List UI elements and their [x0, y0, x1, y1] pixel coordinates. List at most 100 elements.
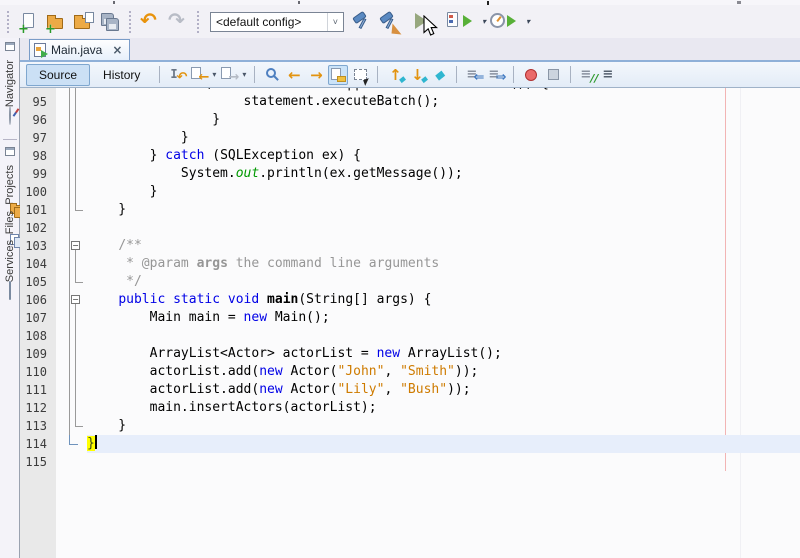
combo-dropdown-icon[interactable]: ˅	[327, 13, 343, 31]
forward-dropdown-icon[interactable]: ▾	[242, 70, 246, 79]
code-line[interactable]: } catch (SQLException ex) {	[87, 147, 800, 165]
fold-margin-cell[interactable]	[56, 111, 87, 129]
code-line[interactable]: }	[87, 201, 800, 219]
fold-margin-cell[interactable]	[56, 453, 87, 471]
toolbar-gripper[interactable]	[7, 11, 9, 33]
next-bookmark-icon[interactable]: ↓◆	[407, 65, 427, 85]
fold-margin-cell[interactable]	[56, 93, 87, 111]
uncomment-icon[interactable]: ≡	[600, 65, 620, 85]
history-view-button[interactable]: History	[90, 64, 153, 86]
save-all-button[interactable]	[98, 9, 123, 34]
fold-margin-cell[interactable]: −	[56, 291, 87, 309]
fold-margin-cell[interactable]	[56, 381, 87, 399]
jump-forward-icon[interactable]: →	[219, 65, 239, 85]
code-line[interactable]: actorList.add(new Actor("John", "Smith")…	[87, 363, 800, 381]
line-number[interactable]: 113	[20, 417, 56, 435]
code-editor[interactable]: 94 if (count % 100 == 0 || count == list…	[20, 88, 800, 558]
line-number[interactable]: 111	[20, 381, 56, 399]
fold-margin-cell[interactable]	[56, 309, 87, 327]
code-line[interactable]	[87, 453, 800, 471]
line-number[interactable]: 108	[20, 327, 56, 345]
line-number[interactable]: 103	[20, 237, 56, 255]
toggle-highlight-search-icon[interactable]	[328, 65, 348, 85]
window-restore-icon[interactable]	[5, 42, 15, 51]
code-fold-toggle[interactable]: −	[71, 241, 80, 250]
tab-close-icon[interactable]: ×	[112, 44, 122, 56]
prev-occurrence-icon[interactable]: ←	[284, 65, 304, 85]
code-line[interactable]: /**	[87, 237, 800, 255]
line-number[interactable]: 106	[20, 291, 56, 309]
code-line[interactable]: main.insertActors(actorList);	[87, 399, 800, 417]
sidebar-item-navigator[interactable]: Navigator	[4, 60, 16, 125]
fold-margin-cell[interactable]	[56, 363, 87, 381]
debug-project-button[interactable]: ▾	[444, 9, 479, 34]
line-number[interactable]: 98	[20, 147, 56, 165]
line-number[interactable]: 99	[20, 165, 56, 183]
fold-margin-cell[interactable]	[56, 435, 87, 453]
redo-button[interactable]: ↷	[166, 9, 191, 34]
code-line[interactable]: */	[87, 273, 800, 291]
fold-margin-cell[interactable]	[56, 147, 87, 165]
code-line[interactable]: }	[87, 129, 800, 147]
code-fold-toggle[interactable]: −	[71, 295, 80, 304]
fold-margin-cell[interactable]	[56, 327, 87, 345]
code-line[interactable]: actorList.add(new Actor("Lily", "Bush"))…	[87, 381, 800, 399]
code-line[interactable]: }	[87, 435, 800, 453]
find-selection-icon[interactable]	[262, 65, 282, 85]
back-dropdown-icon[interactable]: ▾	[212, 70, 216, 79]
window-restore-icon[interactable]	[5, 147, 15, 156]
line-number[interactable]: 100	[20, 183, 56, 201]
fold-margin-cell[interactable]	[56, 129, 87, 147]
prev-bookmark-icon[interactable]: ↑◆	[385, 65, 405, 85]
line-number[interactable]: 109	[20, 345, 56, 363]
new-file-button[interactable]: +	[17, 9, 42, 34]
undo-button[interactable]: ↶	[139, 9, 164, 34]
line-number[interactable]: 105	[20, 273, 56, 291]
line-number[interactable]: 110	[20, 363, 56, 381]
line-number[interactable]: 96	[20, 111, 56, 129]
toolbar-gripper[interactable]	[197, 11, 199, 33]
code-line[interactable]: ArrayList<Actor> actorList = new ArrayLi…	[87, 345, 800, 363]
code-line[interactable]: System.out.println(ex.getMessage());	[87, 165, 800, 183]
comment-icon[interactable]: ≡//	[578, 65, 598, 85]
code-line[interactable]: }	[87, 111, 800, 129]
code-line[interactable]: }	[87, 183, 800, 201]
shift-line-left-icon[interactable]: ≡⇐	[464, 65, 484, 85]
fold-margin-cell[interactable]: −	[56, 237, 87, 255]
profile-project-button[interactable]: ▾	[488, 9, 523, 34]
new-project-button[interactable]: +	[44, 9, 69, 34]
shift-line-right-icon[interactable]: ≡⇒	[486, 65, 506, 85]
line-number[interactable]: 95	[20, 93, 56, 111]
jump-back-icon[interactable]: ←	[189, 65, 209, 85]
line-number[interactable]: 114	[20, 435, 56, 453]
line-number[interactable]: 102	[20, 219, 56, 237]
stop-macro-recording-icon[interactable]	[543, 65, 563, 85]
toolbar-gripper[interactable]	[129, 11, 131, 33]
fold-margin-cell[interactable]	[56, 345, 87, 363]
config-select[interactable]: <default config>˅	[210, 12, 344, 32]
fold-margin-cell[interactable]	[56, 219, 87, 237]
toggle-bookmark-icon[interactable]: ◆	[429, 65, 449, 85]
open-project-button[interactable]	[71, 9, 96, 34]
fold-margin-cell[interactable]	[56, 201, 87, 219]
code-line[interactable]	[87, 327, 800, 345]
sidebar-item-files[interactable]: Files	[4, 211, 16, 234]
last-edit-position-icon[interactable]: I↶	[167, 65, 187, 85]
code-line[interactable]: Main main = new Main();	[87, 309, 800, 327]
code-line[interactable]: * @param args the command line arguments	[87, 255, 800, 273]
source-view-button[interactable]: Source	[26, 64, 90, 86]
build-project-button[interactable]	[349, 9, 374, 34]
line-number[interactable]: 101	[20, 201, 56, 219]
start-macro-recording-icon[interactable]	[521, 65, 541, 85]
sidebar-item-services[interactable]: Services	[4, 240, 16, 300]
next-occurrence-icon[interactable]: →	[306, 65, 326, 85]
fold-margin-cell[interactable]	[56, 417, 87, 435]
code-line[interactable]: statement.executeBatch();	[87, 93, 800, 111]
line-number[interactable]: 104	[20, 255, 56, 273]
clean-build-project-button[interactable]	[376, 9, 401, 34]
line-number[interactable]: 107	[20, 309, 56, 327]
fold-margin-cell[interactable]	[56, 273, 87, 291]
rectangular-selection-icon[interactable]	[350, 65, 370, 85]
code-line[interactable]: }	[87, 417, 800, 435]
fold-margin-cell[interactable]	[56, 255, 87, 273]
